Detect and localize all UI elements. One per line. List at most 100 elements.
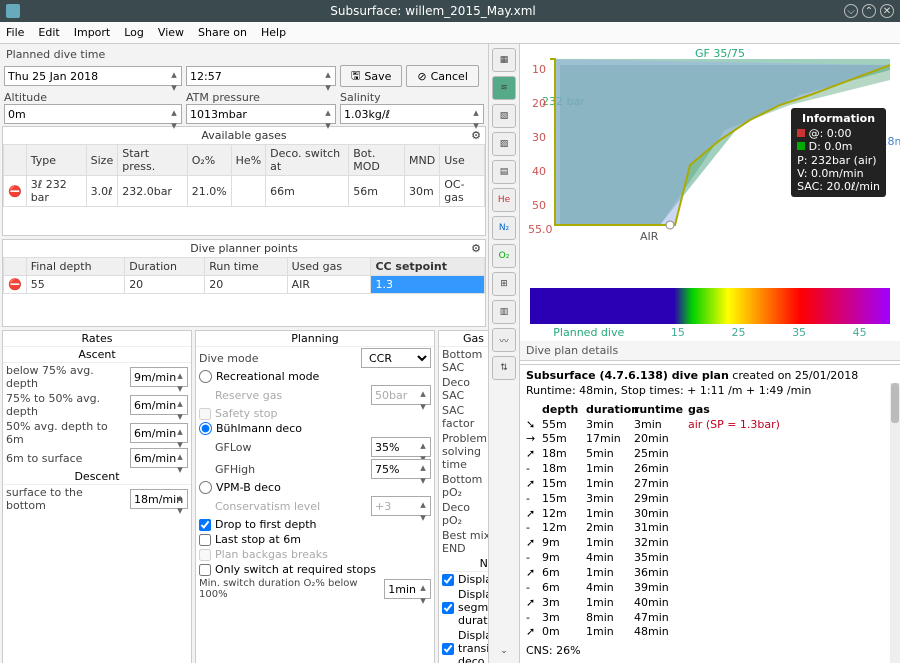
expand-icon[interactable]: ⌄ — [492, 639, 516, 663]
time-axis: Planned dive 1525 3545 — [520, 326, 900, 341]
points-config-icon[interactable]: ⚙ — [471, 242, 481, 255]
rate-50-6-input[interactable]: 6m/min▴▾ — [130, 423, 188, 443]
planner-points-table[interactable]: Final depthDuration Run timeUsed gas CC … — [3, 257, 485, 294]
ascent-title: Ascent — [3, 347, 191, 363]
rate-75-50-label: 75% to 50% avg. depth — [6, 392, 126, 418]
tool-icon-5[interactable]: ▤ — [492, 160, 516, 184]
buhlmann-label: Bühlmann deco — [216, 422, 302, 435]
planner-points-title: Dive planner points⚙ — [3, 240, 485, 257]
tool-icon-2[interactable]: ≋ — [492, 76, 516, 100]
time-input[interactable]: 12:57▴▾ — [186, 66, 336, 86]
menu-help[interactable]: Help — [261, 26, 286, 39]
tool-icon-10[interactable]: ▥ — [492, 300, 516, 324]
tool-icon-3[interactable]: ▧ — [492, 104, 516, 128]
menu-log[interactable]: Log — [124, 26, 144, 39]
altitude-input[interactable]: 0m▴▾ — [4, 104, 182, 124]
svg-text:50: 50 — [532, 199, 546, 212]
salinity-label: Salinity — [340, 91, 484, 104]
menubar: File Edit Import Log View Share on Help — [0, 22, 900, 44]
tool-he-icon[interactable]: He — [492, 188, 516, 212]
menu-view[interactable]: View — [158, 26, 184, 39]
titlebar: Subsurface: willem_2015_May.xml ⌵ ⌃ ✕ — [0, 0, 900, 22]
gas-options-title: Gas options — [439, 331, 488, 347]
drop-first-checkbox[interactable] — [199, 519, 211, 531]
min-switch-input[interactable]: 1min▴▾ — [384, 579, 431, 599]
close-button[interactable]: ✕ — [880, 4, 894, 18]
tissue-heatmap — [530, 288, 890, 324]
gases-config-icon[interactable]: ⚙ — [471, 129, 481, 142]
gfhigh-input[interactable]: 75%▴▾ — [371, 459, 431, 479]
plan-row: ➘55m3min3minair (SP = 1.3bar) — [526, 418, 894, 433]
rate-50-6-label: 50% avg. depth to 6m — [6, 420, 126, 446]
cc-setpoint-cell[interactable]: 1.3 — [371, 276, 485, 294]
reserve-input: 50bar▴▾ — [371, 385, 431, 405]
display-segment-checkbox[interactable] — [442, 602, 454, 614]
dive-plan-details[interactable]: Subsurface (4.7.6.138) dive plan created… — [520, 364, 900, 663]
conservatism-input: +3▴▾ — [371, 496, 431, 516]
date-input[interactable]: Thu 25 Jan 2018▴▾ — [4, 66, 182, 86]
tool-o2-icon[interactable]: O₂ — [492, 244, 516, 268]
profile-info-tooltip: Information @: 0:00 D: 0.0m P: 232bar (a… — [791, 108, 886, 197]
menu-import[interactable]: Import — [74, 26, 111, 39]
svg-text:20: 20 — [532, 97, 546, 110]
delete-row-icon[interactable]: ⛔ — [4, 276, 27, 294]
minimize-button[interactable]: ⌵ — [844, 4, 858, 18]
gflow-input[interactable]: 35%▴▾ — [371, 437, 431, 457]
notes-title: Notes — [439, 556, 488, 572]
gas-row[interactable]: ⛔ 3ℓ 232 bar3.0ℓ232.0bar 21.0%66m 56m30m… — [4, 176, 485, 207]
app-logo-icon — [6, 4, 20, 18]
maximize-button[interactable]: ⌃ — [862, 4, 876, 18]
gases-table[interactable]: TypeSizeStart press. O₂%He%Deco. switch … — [3, 144, 485, 207]
save-button[interactable]: 🖫 Save — [340, 65, 402, 87]
planner-point-row[interactable]: ⛔ 5520 20AIR 1.3 — [4, 276, 485, 294]
tool-icon-12[interactable]: ⇅ — [492, 356, 516, 380]
rate-6-surf-input[interactable]: 6m/min▴▾ — [130, 448, 188, 468]
tool-icon-9[interactable]: ⊞ — [492, 272, 516, 296]
planning-title: Planning — [196, 331, 434, 347]
display-runtime-checkbox[interactable] — [442, 574, 454, 586]
sac-factor-label: SAC factor — [442, 404, 488, 430]
rate-below75-input[interactable]: 9m/min▴▾ — [130, 367, 188, 387]
atm-input[interactable]: 1013mbar▴▾ — [186, 104, 336, 124]
plan-row: ➚12m1min30min — [526, 507, 894, 522]
rate-below75-label: below 75% avg. depth — [6, 364, 126, 390]
plan-row: ➚3m1min40min — [526, 596, 894, 611]
details-scrollbar[interactable] — [890, 383, 900, 663]
cancel-button[interactable]: ⊘ Cancel — [406, 65, 478, 87]
display-transitions-checkbox[interactable] — [442, 643, 454, 655]
rate-75-50-input[interactable]: 6m/min▴▾ — [130, 395, 188, 415]
plan-row: ➚15m1min27min — [526, 477, 894, 492]
min-switch-label: Min. switch duration O₂% below 100% — [199, 578, 380, 600]
tool-icon-4[interactable]: ▨ — [492, 132, 516, 156]
dive-profile-chart[interactable]: GF 35/75 232 bar 102030 405055.0 AIR 28.… — [520, 44, 900, 286]
menu-file[interactable]: File — [6, 26, 24, 39]
dive-mode-select[interactable]: CCR — [361, 348, 431, 368]
plan-row: -18m1min26min — [526, 462, 894, 477]
bottom-sac-label: Bottom SAC — [442, 348, 487, 374]
buhlmann-radio[interactable] — [199, 422, 212, 435]
tool-icon-1[interactable]: ▦ — [492, 48, 516, 72]
tool-icon-11[interactable]: 〰 — [492, 328, 516, 352]
delete-row-icon[interactable]: ⛔ — [4, 176, 27, 207]
plan-row: -12m2min31min — [526, 521, 894, 536]
safety-stop-checkbox — [199, 408, 211, 420]
tool-n2-icon[interactable]: N₂ — [492, 216, 516, 240]
gfhigh-label: GFHigh — [199, 463, 255, 476]
menu-share[interactable]: Share on — [198, 26, 247, 39]
menu-edit[interactable]: Edit — [38, 26, 59, 39]
svg-text:10: 10 — [532, 63, 546, 76]
recreational-radio[interactable] — [199, 370, 212, 383]
descent-input[interactable]: 18m/min▴▾ — [130, 489, 188, 509]
only-switch-checkbox[interactable] — [199, 564, 211, 576]
available-gases-title: Available gases⚙ — [3, 127, 485, 144]
descent-label: surface to the bottom — [6, 486, 126, 512]
plan-row: ➚0m1min48min — [526, 625, 894, 640]
salinity-input[interactable]: 1.03kg/ℓ▴▾ — [340, 104, 484, 124]
vpm-label: VPM-B deco — [216, 481, 281, 494]
last-6m-checkbox[interactable] — [199, 534, 211, 546]
vpm-radio[interactable] — [199, 481, 212, 494]
gf-label: GF 35/75 — [695, 47, 745, 60]
plan-row: -3m8min47min — [526, 611, 894, 626]
conservatism-label: Conservatism level — [199, 500, 320, 513]
dive-mode-label: Dive mode — [199, 352, 259, 365]
